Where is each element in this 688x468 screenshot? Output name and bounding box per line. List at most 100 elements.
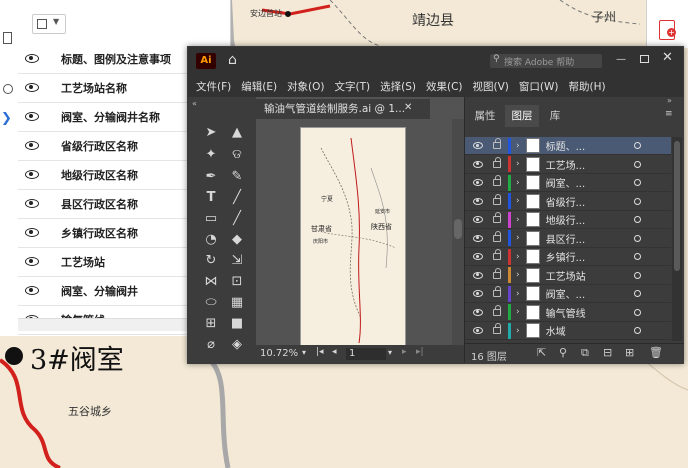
last-artboard-icon[interactable]: ▸| [416, 347, 424, 357]
first-artboard-icon[interactable]: |◂ [316, 347, 324, 357]
magic-wand-tool-icon[interactable]: ✦ [202, 147, 220, 163]
layer-row[interactable]: › 阀室、... [465, 174, 671, 192]
menu-item[interactable]: 帮助(H) [569, 79, 606, 94]
target-icon[interactable] [633, 160, 641, 168]
lock-icon[interactable] [493, 249, 501, 260]
chevron-right-icon[interactable]: › [516, 159, 520, 169]
target-icon[interactable] [633, 179, 641, 186]
artboard[interactable]: 甘肃省 宁夏 陕西省 延安市 庆阳市 [300, 127, 406, 347]
target-icon[interactable] [633, 142, 641, 149]
menu-item[interactable]: 效果(C) [426, 79, 463, 94]
delete-layer-icon[interactable]: 🗑 [649, 347, 663, 358]
layer-row[interactable]: › 省级行... [465, 193, 671, 211]
blend-tool-icon[interactable]: ◈ [228, 337, 246, 353]
layers-vertical-scrollbar[interactable] [672, 137, 682, 341]
toolbar-collapse-icon[interactable]: « [192, 99, 197, 108]
eye-icon[interactable] [473, 327, 483, 334]
target-icon[interactable] [633, 290, 641, 297]
chevron-right-icon[interactable]: › [516, 178, 520, 188]
panel-menu-icon[interactable]: ≡ [665, 109, 673, 119]
target-icon[interactable] [633, 253, 641, 260]
perspective-grid-tool-icon[interactable]: ▦ [228, 295, 246, 311]
bookmark-icon[interactable] [3, 32, 12, 44]
eye-icon[interactable] [473, 234, 483, 242]
chevron-right-icon[interactable]: › [516, 215, 520, 225]
eye-icon[interactable] [473, 271, 483, 279]
eye-icon[interactable] [25, 286, 39, 295]
mesh-tool-icon[interactable]: ⊞ [202, 316, 220, 332]
shaper-tool-icon[interactable]: ◔ [202, 232, 220, 248]
layer-row[interactable]: › 地级行... [465, 211, 671, 229]
curvature-tool-icon[interactable]: ✎ [228, 169, 246, 185]
lock-icon[interactable] [493, 193, 501, 205]
free-transform-tool-icon[interactable]: ⊡ [228, 274, 246, 290]
lock-icon[interactable] [493, 304, 501, 316]
lock-icon[interactable] [493, 230, 501, 242]
layer-row[interactable]: › 县区行... [465, 230, 671, 248]
clipping-mask-icon[interactable]: ⧉ [581, 347, 592, 358]
eyedropper-tool-icon[interactable]: ⌀ [202, 337, 220, 353]
chevron-right-icon[interactable]: › [516, 141, 520, 151]
artboard-dropdown-icon[interactable]: ▾ [388, 348, 392, 357]
search-field[interactable]: ⚲ 搜索 Adobe 帮助 [490, 54, 602, 68]
lock-icon[interactable] [493, 156, 501, 168]
shape-builder-tool-icon[interactable]: ⬭ [202, 295, 220, 311]
chevron-right-icon[interactable]: › [516, 289, 520, 299]
target-icon[interactable] [633, 271, 641, 279]
rectangle-tool-icon[interactable]: ▭ [202, 211, 220, 227]
menu-item[interactable]: 选择(S) [380, 79, 416, 94]
layer-options-button[interactable]: ▼ [32, 14, 66, 34]
artboard-number[interactable]: 1 [346, 348, 386, 360]
target-icon[interactable] [633, 197, 641, 205]
menu-item[interactable]: 文件(F) [196, 79, 231, 94]
lock-icon[interactable] [493, 267, 501, 279]
new-sublayer-icon[interactable]: ⊟ [603, 347, 614, 358]
new-layer-icon[interactable]: ⊞ [625, 347, 636, 358]
next-artboard-icon[interactable]: ▸ [402, 347, 407, 357]
scale-tool-icon[interactable]: ⇲ [228, 253, 246, 269]
panel-collapse-icon[interactable]: » [667, 96, 672, 105]
layer-row[interactable]: › 水域 [465, 322, 671, 340]
eye-icon[interactable] [25, 170, 39, 179]
export-icon[interactable]: ⇱ [537, 347, 548, 358]
prev-artboard-icon[interactable]: ◂ [332, 347, 337, 357]
width-tool-icon[interactable]: ⋈ [202, 274, 220, 290]
tab-layers[interactable]: 图层 [505, 105, 539, 127]
lock-icon[interactable] [493, 212, 501, 223]
layer-row[interactable]: › 输气管线 [465, 304, 671, 322]
close-button[interactable]: ✕ [662, 51, 673, 64]
eye-icon[interactable] [25, 199, 39, 208]
chevron-right-icon[interactable]: › [516, 307, 520, 317]
tab-properties[interactable]: 属性 [471, 105, 499, 127]
attachment-icon[interactable] [3, 84, 13, 94]
eye-icon[interactable] [473, 216, 483, 223]
lock-icon[interactable] [493, 175, 501, 186]
layer-row[interactable]: › 阀室、... [465, 285, 671, 303]
document-tab-close-icon[interactable]: ✕ [404, 102, 412, 113]
rotate-tool-icon[interactable]: ↻ [202, 253, 220, 269]
eye-icon[interactable] [25, 257, 39, 266]
target-icon[interactable] [633, 216, 641, 223]
chevron-right-icon[interactable]: › [516, 252, 520, 262]
layers-icon[interactable]: ❯ [1, 112, 15, 126]
eye-icon[interactable] [473, 179, 483, 186]
lasso-tool-icon[interactable]: ଡ [228, 147, 246, 163]
minimize-button[interactable]: — [616, 55, 626, 65]
pen-tool-icon[interactable]: ✒ [202, 169, 220, 185]
tab-libraries[interactable]: 库 [545, 105, 565, 127]
line-tool-icon[interactable]: ╱ [228, 190, 246, 206]
eye-icon[interactable] [473, 160, 483, 168]
target-icon[interactable] [633, 308, 641, 316]
layer-row[interactable]: › 标题、... [465, 137, 671, 155]
lock-icon[interactable] [493, 286, 501, 297]
layer-row[interactable]: › 工艺场站 [465, 267, 671, 285]
menu-item[interactable]: 视图(V) [473, 79, 509, 94]
zoom-dropdown-icon[interactable]: ▾ [302, 348, 306, 357]
eye-icon[interactable] [25, 54, 39, 63]
eye-icon[interactable] [25, 83, 39, 92]
chevron-right-icon[interactable]: › [516, 326, 520, 336]
eye-icon[interactable] [473, 308, 483, 316]
zoom-level[interactable]: 10.72% [260, 348, 298, 359]
target-icon[interactable] [633, 234, 641, 242]
home-icon[interactable]: ⌂ [228, 53, 242, 67]
